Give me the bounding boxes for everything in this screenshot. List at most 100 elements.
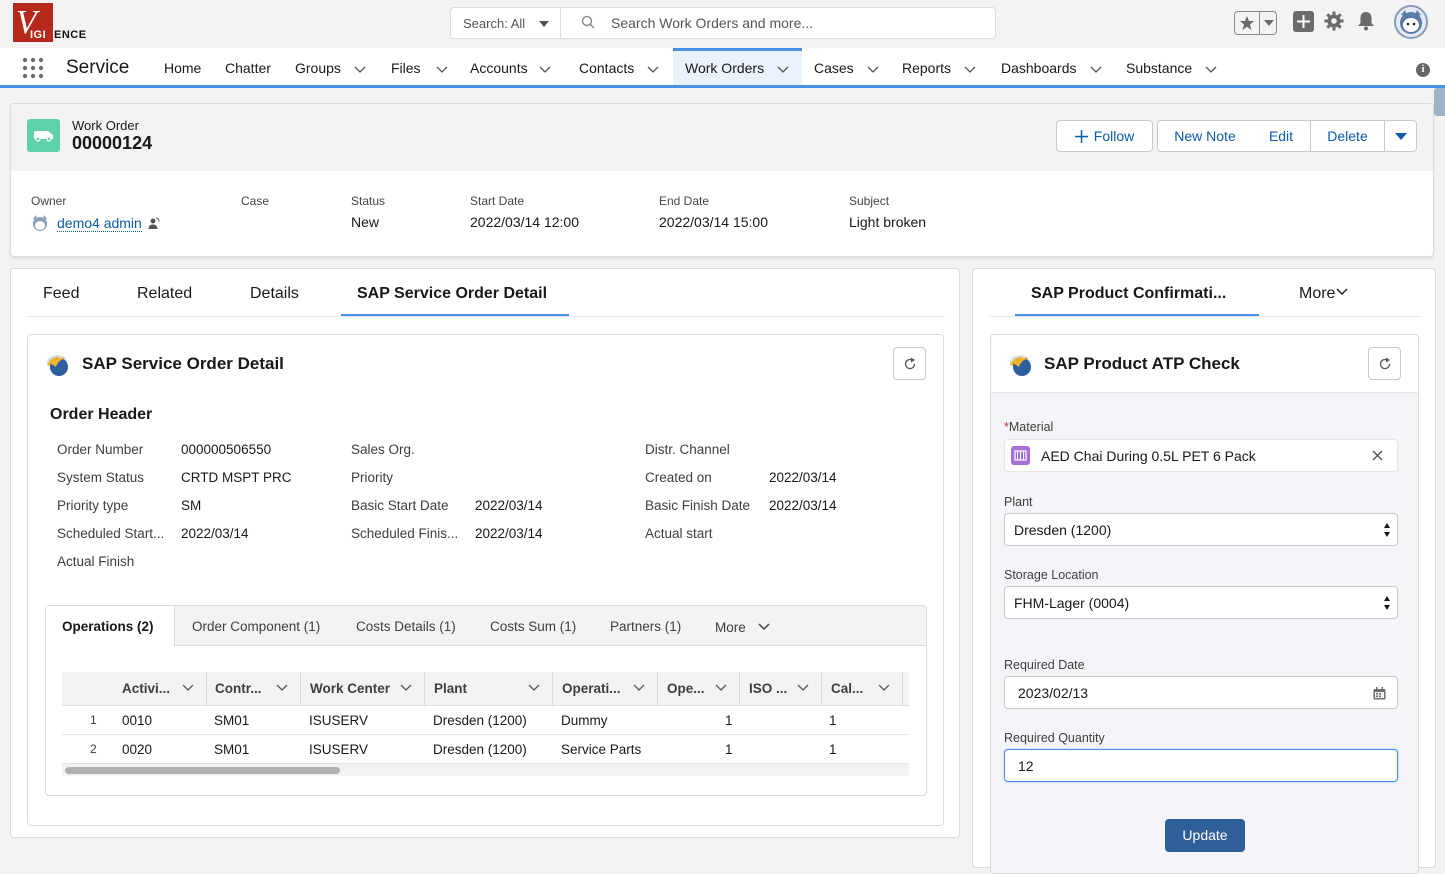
chevron-down-icon[interactable] — [538, 64, 552, 74]
clear-icon[interactable] — [1372, 450, 1383, 461]
nav-item-chatter[interactable]: Chatter — [225, 48, 271, 85]
nav-label: Dashboards — [1001, 60, 1077, 76]
favorites-button-group[interactable] — [1234, 11, 1277, 35]
calendar-icon[interactable] — [1373, 687, 1386, 700]
chevron-down-icon[interactable] — [435, 64, 449, 74]
end-date-field: End Date 2022/03/14 15:00 — [659, 194, 768, 230]
chevron-down-icon[interactable] — [633, 684, 645, 692]
plant-select[interactable]: Dresden (1200) — [1004, 513, 1398, 546]
tab-related[interactable]: Related — [137, 285, 192, 317]
edit-button[interactable]: Edit — [1252, 120, 1311, 152]
chevron-down-icon[interactable] — [1204, 64, 1218, 74]
column-header[interactable]: ISO ... — [739, 672, 821, 706]
app-launcher-icon[interactable] — [22, 57, 44, 79]
nav-label: Files — [391, 60, 421, 76]
field-label: System Status — [57, 470, 145, 485]
setup-gear-icon[interactable] — [1324, 11, 1344, 31]
scrollbar-thumb[interactable] — [65, 767, 340, 774]
column-header[interactable]: Work Center — [300, 672, 424, 706]
chevron-down-icon[interactable] — [866, 64, 880, 74]
tab-more[interactable]: More — [1299, 285, 1348, 317]
nav-item-reports[interactable]: Reports — [902, 48, 977, 85]
chevron-down-icon[interactable] — [276, 684, 288, 692]
update-button[interactable]: Update — [1165, 819, 1245, 852]
follow-label: Follow — [1093, 128, 1135, 144]
nav-item-groups[interactable]: Groups — [295, 48, 367, 85]
chevron-down-icon[interactable] — [878, 684, 890, 692]
column-header[interactable]: Cal... — [821, 672, 903, 706]
tab-sap-service-order-detail[interactable]: SAP Service Order Detail — [357, 285, 547, 317]
field-label: Created on — [645, 470, 712, 485]
new-note-button[interactable]: New Note — [1157, 120, 1253, 152]
required-quantity-input[interactable]: 12 — [1004, 749, 1398, 782]
utility-panel-handle[interactable] — [1434, 88, 1445, 116]
owner-field: Owner demo4 admin — [31, 194, 160, 232]
column-header[interactable]: Operati... — [552, 672, 657, 706]
start-date-value: 2022/03/14 12:00 — [470, 214, 579, 230]
star-icon[interactable] — [1239, 15, 1255, 31]
search-scope-dropdown[interactable]: Search: All — [451, 8, 561, 38]
change-owner-icon[interactable] — [148, 217, 160, 230]
end-date-value: 2022/03/14 15:00 — [659, 214, 768, 230]
nav-item-work-orders[interactable]: Work Orders — [673, 48, 802, 85]
subject-value: Light broken — [849, 214, 927, 230]
subtab-costs-sum[interactable]: Costs Sum (1) — [490, 619, 576, 634]
table-row[interactable]: 1 0010 SM01 ISUSERV Dresden (1200) Dummy… — [62, 706, 909, 735]
nav-item-files[interactable]: Files — [391, 48, 449, 85]
tab-sap-product-confirmation[interactable]: SAP Product Confirmati... — [1031, 285, 1226, 317]
nav-item-substance[interactable]: Substance — [1126, 48, 1218, 85]
owner-label: Owner — [31, 194, 67, 208]
record-title: 00000124 — [72, 133, 153, 153]
chevron-down-icon[interactable] — [715, 684, 727, 692]
column-header[interactable]: Activi... — [114, 672, 206, 706]
chevron-down-icon[interactable] — [528, 684, 540, 692]
user-avatar[interactable] — [1394, 5, 1428, 39]
storage-location-select[interactable]: FHM-Lager (0004) — [1004, 586, 1398, 619]
search-input[interactable] — [611, 8, 991, 38]
vigience-logo[interactable]: V IGI ENCE — [13, 3, 98, 43]
plant-label: Plant — [1004, 495, 1033, 509]
subtab-operations[interactable]: Operations (2) — [62, 619, 154, 634]
caret-down-icon[interactable] — [1264, 20, 1274, 27]
column-header[interactable]: Plant — [424, 672, 552, 706]
chevron-down-icon[interactable] — [646, 64, 660, 74]
required-date-input[interactable]: 2023/02/13 — [1004, 676, 1398, 709]
tab-details[interactable]: Details — [250, 285, 299, 317]
notifications-bell-icon[interactable] — [1357, 11, 1375, 31]
info-icon[interactable]: i — [1416, 63, 1430, 77]
chevron-down-icon[interactable] — [963, 64, 977, 74]
nav-item-home[interactable]: Home — [164, 48, 201, 85]
tab-feed[interactable]: Feed — [43, 285, 79, 317]
nav-item-accounts[interactable]: Accounts — [470, 48, 552, 85]
delete-button[interactable]: Delete — [1310, 120, 1385, 152]
chevron-down-icon[interactable] — [353, 64, 367, 74]
cell-control-key: SM01 — [214, 713, 250, 728]
table-row[interactable]: 2 0020 SM01 ISUSERV Dresden (1200) Servi… — [62, 735, 909, 764]
subtab-costs-details[interactable]: Costs Details (1) — [356, 619, 456, 634]
record-header: Work Order 00000124 Follow New Note Edit… — [11, 104, 1433, 171]
add-icon[interactable] — [1293, 11, 1314, 32]
subtab-order-component[interactable]: Order Component (1) — [192, 619, 320, 634]
chevron-down-icon[interactable] — [1089, 64, 1103, 74]
horizontal-scrollbar[interactable] — [62, 764, 909, 776]
subtab-partners[interactable]: Partners (1) — [610, 619, 681, 634]
material-lookup[interactable]: AED Chai During 0.5L PET 6 Pack — [1004, 439, 1398, 472]
chevron-down-icon[interactable] — [797, 684, 809, 692]
chevron-down-icon[interactable] — [776, 64, 790, 74]
nav-item-dashboards[interactable]: Dashboards — [1001, 48, 1103, 85]
nav-item-cases[interactable]: Cases — [814, 48, 880, 85]
search-icon — [581, 15, 595, 29]
nav-label: Contacts — [579, 60, 635, 76]
nav-item-contacts[interactable]: Contacts — [579, 48, 660, 85]
column-header[interactable]: Ope... — [657, 672, 739, 706]
more-actions-button[interactable] — [1384, 120, 1417, 152]
subtab-more[interactable]: More — [715, 620, 770, 635]
follow-button[interactable]: Follow — [1056, 120, 1153, 152]
owner-link[interactable]: demo4 admin — [57, 215, 142, 232]
refresh-button[interactable] — [1368, 347, 1401, 380]
chevron-down-icon[interactable] — [400, 684, 412, 692]
refresh-button[interactable] — [893, 347, 926, 380]
column-header[interactable]: Contr... — [206, 672, 300, 706]
field-label: Order Number — [57, 442, 144, 457]
chevron-down-icon[interactable] — [182, 684, 194, 692]
